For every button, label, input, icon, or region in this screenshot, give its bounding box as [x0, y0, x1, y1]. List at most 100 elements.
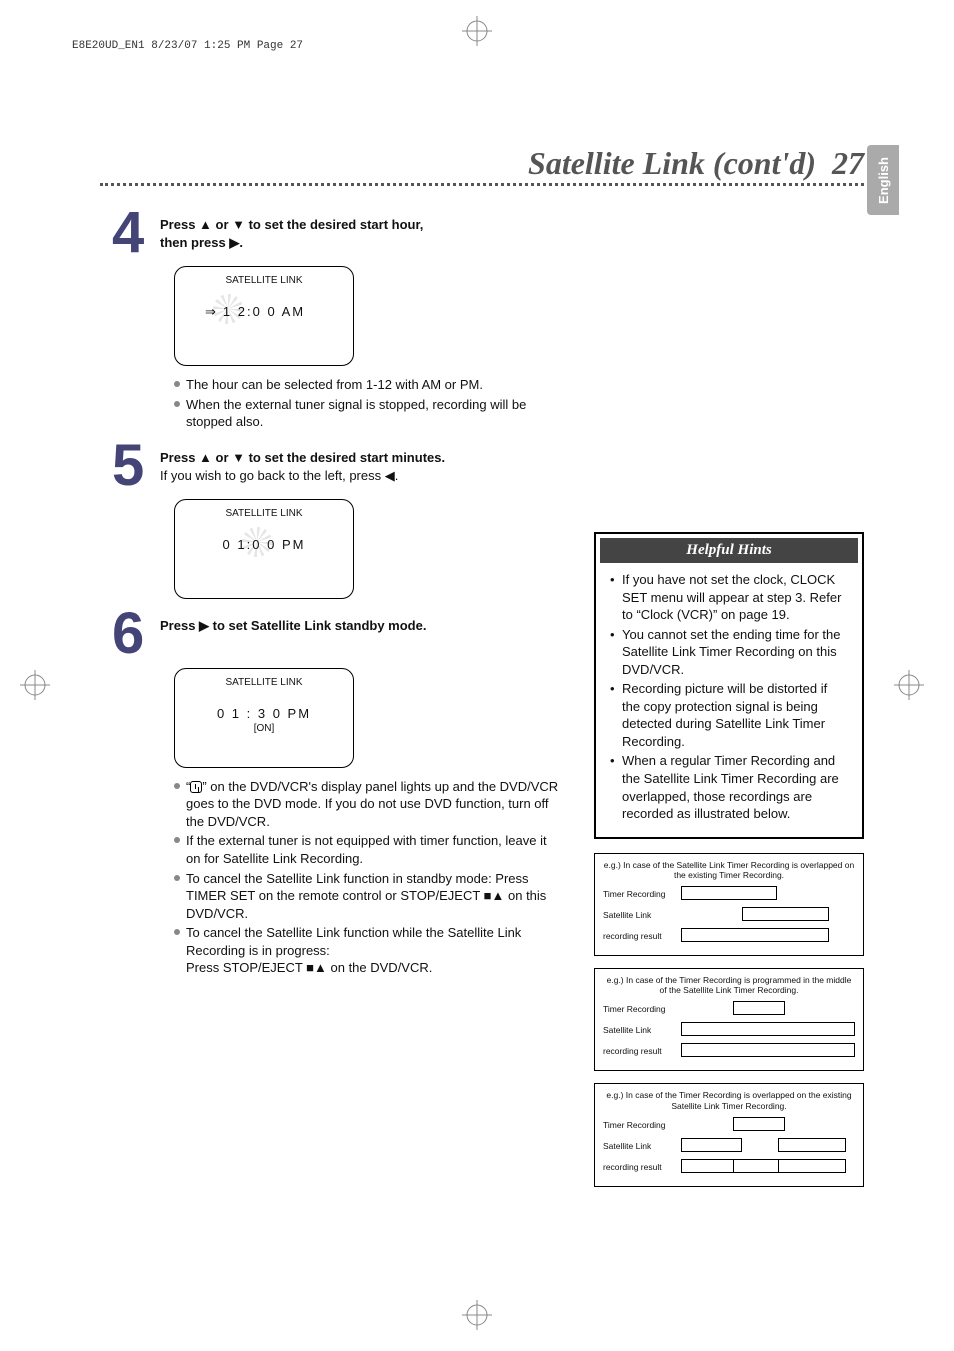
- diag-track: [681, 1022, 855, 1038]
- diag-track: [681, 1001, 855, 1017]
- diag-track: [681, 1159, 855, 1175]
- step-number-4: 4: [112, 210, 160, 256]
- hint-3: Recording picture will be distorted if t…: [610, 680, 848, 750]
- hints-title: Helpful Hints: [600, 538, 858, 563]
- diag-row: Satellite Link: [603, 1138, 855, 1154]
- crop-mark-top: [462, 16, 492, 51]
- step-6-text: Press ▶ to set Satellite Link standby mo…: [160, 611, 426, 635]
- step6-b1: “” on the DVD/VCR's display panel lights…: [174, 778, 562, 831]
- clock-icon: [190, 781, 202, 793]
- lcd-step4: SATELLITE LINK ⇒ 1 2:0 0 AM: [174, 266, 354, 366]
- diag2-body: Timer Recording Satellite Link recording r…: [603, 1001, 855, 1059]
- diag-row-label: recording result: [603, 1162, 681, 1172]
- step-4-line2: then press ▶.: [160, 234, 423, 252]
- diag1-caption: e.g.) In case of the Satellite Link Time…: [603, 860, 855, 880]
- lcd5-time: 0 1:0 0 PM: [187, 537, 341, 552]
- hints-list: If you have not set the clock, CLOCK SET…: [600, 563, 858, 833]
- lcd4-hour: 1 2: [223, 304, 247, 319]
- diag-row: Timer Recording: [603, 1117, 855, 1133]
- diag-bar: [681, 1043, 855, 1057]
- overlap-diagram-3: e.g.) In case of the Timer Recording is …: [594, 1083, 864, 1186]
- diag-row-label: Satellite Link: [603, 910, 681, 920]
- title-divider: [100, 180, 864, 186]
- step-6: 6 Press ▶ to set Satellite Link standby …: [112, 611, 562, 657]
- diag-row: recording result: [603, 928, 855, 944]
- diag-row: Satellite Link: [603, 907, 855, 923]
- diag-bar: [778, 1138, 846, 1152]
- diag-bar: [681, 1022, 855, 1036]
- lcd6-title: SATELLITE LINK: [187, 677, 341, 688]
- step-4-text: Press ▲ or ▼ to set the desired start ho…: [160, 210, 423, 251]
- lcd4-title: SATELLITE LINK: [187, 275, 341, 286]
- diag-bar: [733, 1001, 785, 1015]
- step-5: 5 Press ▲ or ▼ to set the desired start …: [112, 443, 562, 489]
- crop-mark-bottom: [462, 1300, 492, 1335]
- crop-mark-left: [20, 670, 50, 705]
- crop-mark-right: [894, 670, 924, 705]
- page-number: 27: [832, 145, 864, 181]
- diag-bar: [733, 1117, 785, 1131]
- diag-track: [681, 928, 855, 944]
- lcd-step5: SATELLITE LINK 0 1:0 0 PM: [174, 499, 354, 599]
- step-5-text: Press ▲ or ▼ to set the desired start mi…: [160, 443, 445, 484]
- hint-1: If you have not set the clock, CLOCK SET…: [610, 571, 848, 624]
- page-title: Satellite Link (cont'd) 27: [528, 145, 864, 182]
- helpful-hints-box: Helpful Hints If you have not set the cl…: [594, 532, 864, 839]
- diag-row-label: Satellite Link: [603, 1141, 681, 1151]
- hint-4: When a regular Timer Recording and the S…: [610, 752, 848, 822]
- overlap-diagram-1: e.g.) In case of the Satellite Link Time…: [594, 853, 864, 956]
- diag-row: recording result: [603, 1159, 855, 1175]
- step-4-line1: Press ▲ or ▼ to set the desired start ho…: [160, 216, 423, 234]
- main-column: 4 Press ▲ or ▼ to set the desired start …: [112, 210, 562, 979]
- diag-row-label: Satellite Link: [603, 1025, 681, 1035]
- diag-track: [681, 886, 855, 902]
- step-4: 4 Press ▲ or ▼ to set the desired start …: [112, 210, 562, 256]
- lcd-step6: SATELLITE LINK 0 1 : 3 0 PM [ON]: [174, 668, 354, 768]
- diag-row: recording result: [603, 1043, 855, 1059]
- diag-bar: [681, 1138, 742, 1152]
- diag-row: Timer Recording: [603, 886, 855, 902]
- hint-2: You cannot set the ending time for the S…: [610, 626, 848, 679]
- page-title-bar: Satellite Link (cont'd) 27: [100, 145, 864, 182]
- diag-track: [681, 1138, 855, 1154]
- diag-row-label: Timer Recording: [603, 1120, 681, 1130]
- step-number-5: 5: [112, 443, 160, 489]
- print-header: E8E20UD_EN1 8/23/07 1:25 PM Page 27: [72, 40, 303, 52]
- overlap-diagram-2: e.g.) In case of the Timer Recording is …: [594, 968, 864, 1071]
- diag-bar: [681, 886, 777, 900]
- diag-row-label: Timer Recording: [603, 1004, 681, 1014]
- diag-track: [681, 1117, 855, 1133]
- diag-row: Timer Recording: [603, 1001, 855, 1017]
- diag-bar: [742, 907, 829, 921]
- diag-row: Satellite Link: [603, 1022, 855, 1038]
- lcd5-minutes: 0 0: [252, 537, 276, 552]
- language-label: English: [876, 157, 891, 204]
- step-6-line1: Press ▶ to set Satellite Link standby mo…: [160, 617, 426, 635]
- arrow-indicator-icon: ⇒: [205, 304, 218, 320]
- step-5-line1: Press ▲ or ▼ to set the desired start mi…: [160, 449, 445, 467]
- step-number-6: 6: [112, 611, 160, 657]
- sidebar: Helpful Hints If you have not set the cl…: [594, 532, 864, 1199]
- diag3-body: Timer Recording Satellite Link recording r…: [603, 1117, 855, 1175]
- diag3-caption: e.g.) In case of the Timer Recording is …: [603, 1090, 855, 1110]
- diag-bar: [681, 928, 829, 942]
- lcd5-title: SATELLITE LINK: [187, 508, 341, 519]
- step6-b4: To cancel the Satellite Link function wh…: [174, 924, 562, 977]
- step-5-line2: If you wish to go back to the left, pres…: [160, 467, 445, 485]
- diag-bar: [778, 1159, 846, 1173]
- step6-b2: If the external tuner is not equipped wi…: [174, 832, 562, 867]
- lcd6-on: [ON]: [187, 723, 341, 734]
- step4-b2: When the external tuner signal is stoppe…: [174, 396, 562, 431]
- step4-b1: The hour can be selected from 1-12 with …: [174, 376, 562, 394]
- language-tab: English: [867, 145, 899, 215]
- step4-bullets: The hour can be selected from 1-12 with …: [174, 376, 562, 431]
- diag1-body: Timer Recording Satellite Link recording r…: [603, 886, 855, 944]
- lcd4-time: ⇒ 1 2:0 0 AM: [187, 304, 341, 319]
- diag2-caption: e.g.) In case of the Timer Recording is …: [603, 975, 855, 995]
- diag-row-label: Timer Recording: [603, 889, 681, 899]
- diag-row-label: recording result: [603, 1046, 681, 1056]
- diag-row-label: recording result: [603, 931, 681, 941]
- diag-track: [681, 1043, 855, 1059]
- step6-bullets: “” on the DVD/VCR's display panel lights…: [174, 778, 562, 977]
- diag-track: [681, 907, 855, 923]
